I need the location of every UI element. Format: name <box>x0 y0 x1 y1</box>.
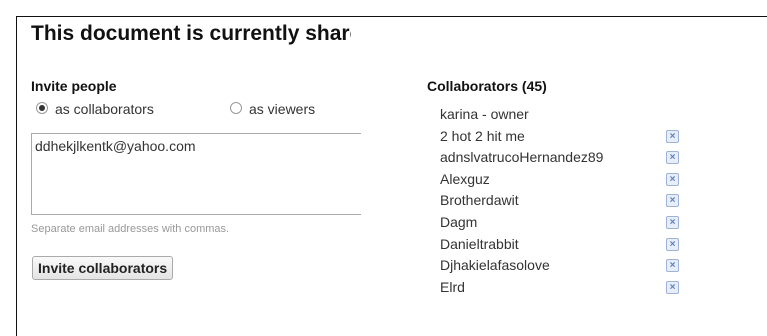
collaborator-name: Elrd <box>440 278 465 295</box>
collaborator-name: Djhakielafasolove <box>440 257 550 274</box>
radio-as-viewers[interactable]: as viewers <box>230 101 315 117</box>
email-hint: Separate email addresses with commas. <box>31 223 230 235</box>
invite-collaborators-button[interactable]: Invite collaborators <box>32 256 174 280</box>
collaborator-row: Dagm × <box>424 212 699 234</box>
collaborator-row: adnslvatrucoHernandez89 × <box>424 147 699 169</box>
collaborator-owner: karina - owner <box>440 106 529 122</box>
collaborator-row: Danieltrabbit × <box>424 234 699 256</box>
radio-as-viewers-label: as viewers <box>249 101 316 117</box>
collaborator-name: Brotherdawit <box>440 192 519 209</box>
collaborator-name: adnslvatrucoHernandez89 <box>440 149 604 166</box>
remove-collaborator-icon[interactable]: × <box>666 129 679 143</box>
remove-collaborator-icon[interactable]: × <box>666 194 679 208</box>
collaborator-row: Alexguz × <box>424 169 699 191</box>
invite-emails-field[interactable]: ddhekjlkentk@yahoo.com <box>31 133 361 215</box>
remove-collaborator-icon[interactable]: × <box>666 259 679 273</box>
collaborator-row: Djhakielafasolove × <box>424 255 699 277</box>
collaborator-name: Dagm <box>440 213 478 230</box>
invite-people-label: Invite people <box>31 78 117 94</box>
radio-as-collaborators-label: as collaborators <box>55 101 154 117</box>
remove-collaborator-icon[interactable]: × <box>666 151 679 165</box>
remove-collaborator-icon[interactable]: × <box>666 237 679 251</box>
collaborator-name: 2 hot 2 hit me <box>440 127 525 144</box>
radio-as-collaborators[interactable]: as collaborators <box>36 101 154 117</box>
collaborators-list: karina - owner 2 hot 2 hit me × adnslvatr… <box>424 104 699 298</box>
collaborators-header: Collaborators (45) <box>427 78 547 94</box>
remove-collaborator-icon[interactable]: × <box>666 280 679 294</box>
remove-collaborator-icon[interactable]: × <box>666 172 679 186</box>
remove-collaborator-icon[interactable]: × <box>666 215 679 229</box>
radio-unselected-icon[interactable] <box>230 102 242 114</box>
collaborator-name: Alexguz <box>440 170 490 187</box>
radio-selected-icon[interactable] <box>36 102 48 114</box>
collaborator-name: Danieltrabbit <box>440 235 519 252</box>
collaborator-row: Elrd × <box>424 277 699 299</box>
collaborator-row: 2 hot 2 hit me × <box>424 126 699 148</box>
dialog-title: This document is currently shared <box>31 22 351 45</box>
collaborator-row: Brotherdawit × <box>424 190 699 212</box>
